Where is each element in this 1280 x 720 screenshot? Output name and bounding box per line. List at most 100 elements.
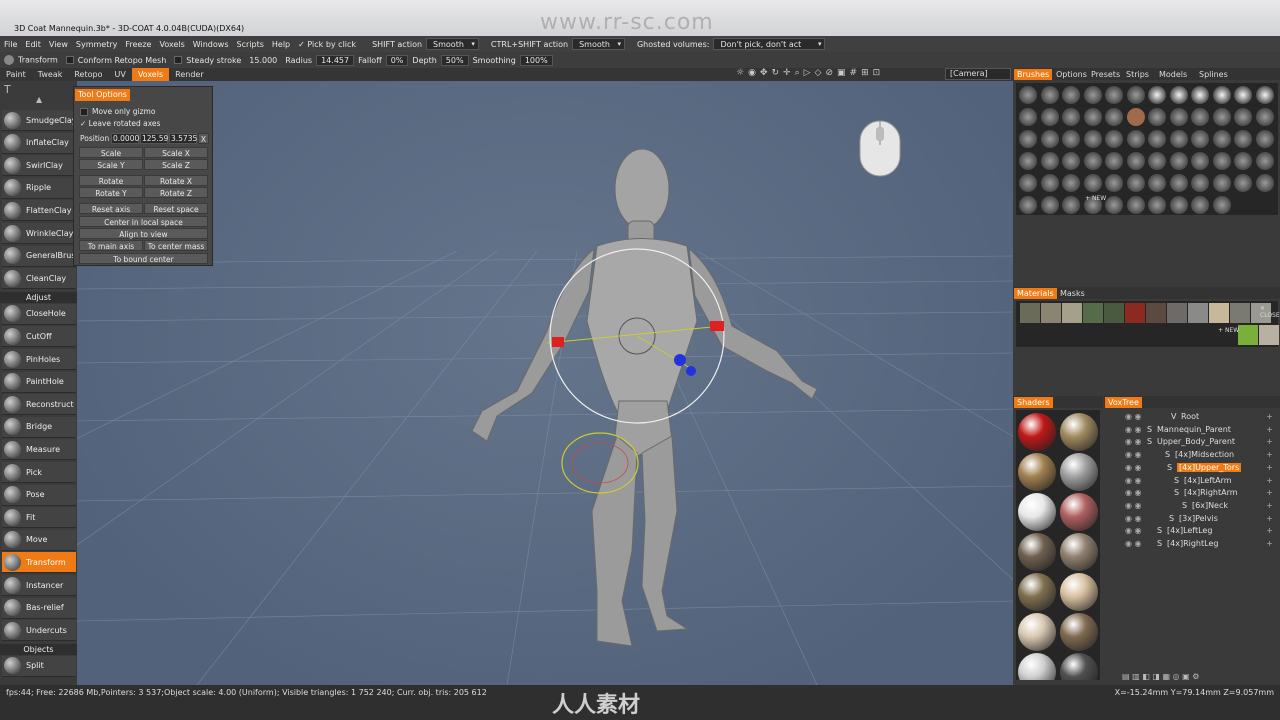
pan-icon[interactable]: ✛ (783, 68, 791, 78)
steady-stroke-value[interactable]: 15.000 (245, 56, 281, 65)
brush-alpha-icon[interactable] (1191, 130, 1209, 148)
brush-alpha-icon[interactable] (1234, 174, 1252, 192)
visibility-icon[interactable]: ◉ ◉ (1125, 463, 1142, 472)
brush-alpha-icon[interactable] (1126, 86, 1145, 104)
shader-ball[interactable] (1018, 653, 1056, 680)
tool-move[interactable]: Move (2, 529, 76, 551)
new-material-button[interactable]: + NEW (1218, 327, 1239, 334)
voxtree-row[interactable]: ◉ ◉ S [4x]Upper_Tors + (1107, 462, 1277, 475)
sphere-icon[interactable]: ◎ (1173, 672, 1183, 681)
material-swatch[interactable] (1238, 325, 1258, 345)
brush-alpha-icon[interactable] (1040, 108, 1059, 126)
shader-ball[interactable] (1018, 533, 1056, 571)
voxtree-row[interactable]: ◉ ◉ S Mannequin_Parent + (1107, 425, 1277, 437)
brush-alpha-icon[interactable] (1212, 174, 1231, 192)
conform-retopo-toggle[interactable]: Conform Retopo Mesh (62, 56, 170, 65)
brush-alpha-icon[interactable] (1062, 196, 1080, 214)
menu-windows[interactable]: Windows (189, 40, 233, 49)
brush-alpha-icon[interactable] (1191, 108, 1209, 126)
tool-reconstruct[interactable]: Reconstruct (2, 394, 76, 416)
plus-icon[interactable]: + (1266, 488, 1273, 497)
brush-alpha-icon[interactable] (1126, 174, 1145, 192)
shader-ball[interactable] (1060, 493, 1098, 531)
tool-closehole[interactable]: CloseHole (2, 303, 76, 325)
plus-icon[interactable]: + (1266, 476, 1273, 485)
voxtree-row[interactable]: ◉ ◉ S [4x]RightArm + (1107, 488, 1277, 500)
ctrl-shift-action-dropdown[interactable]: Smooth (572, 38, 625, 50)
tab-tweak[interactable]: Tweak (32, 68, 69, 81)
brush-alpha-icon[interactable] (1062, 152, 1080, 170)
brush-alpha-icon[interactable] (1255, 130, 1274, 148)
tool-options-header[interactable]: Tool Options (75, 89, 130, 101)
tool-pose[interactable]: Pose (2, 484, 76, 506)
material-swatch[interactable] (1104, 303, 1124, 323)
menu-edit[interactable]: Edit (21, 40, 45, 49)
reset-space-button[interactable]: Reset space (144, 203, 208, 214)
text-tool-icon[interactable]: T (4, 83, 11, 96)
plus-icon[interactable]: + (1266, 501, 1273, 510)
merge-icon[interactable]: ◧ (1142, 672, 1152, 681)
shader-ball[interactable] (1018, 413, 1056, 451)
grid-icon[interactable]: # (850, 68, 858, 78)
camera-dropdown[interactable]: [Camera] (945, 68, 1011, 80)
brush-alpha-icon[interactable] (1062, 86, 1080, 104)
brush-alpha-icon[interactable] (1019, 196, 1037, 214)
material-swatch[interactable] (1041, 303, 1061, 323)
brush-alpha-icon[interactable] (1148, 108, 1166, 126)
voxtree-row[interactable]: ◉ ◉ V Root + (1107, 412, 1277, 424)
material-swatch[interactable] (1259, 325, 1279, 345)
brush-alpha-icon[interactable] (1234, 130, 1252, 148)
section-adjust[interactable]: Adjust (0, 291, 77, 303)
tool-ripple[interactable]: Ripple (2, 177, 76, 199)
shader-ball[interactable] (1060, 653, 1098, 680)
tab-splines[interactable]: Splines (1196, 69, 1231, 80)
tool-pick[interactable]: Pick (2, 462, 76, 483)
to-bound-center-button[interactable]: To bound center (79, 253, 208, 264)
brush-alpha-icon[interactable] (1191, 174, 1209, 192)
brush-alpha-icon[interactable] (1255, 108, 1274, 126)
brush-alpha-icon[interactable] (1040, 130, 1059, 148)
new-brush-button[interactable]: + NEW (1085, 195, 1106, 202)
tool-pinholes[interactable]: PinHoles (2, 349, 76, 370)
tool-bas-relief[interactable]: Bas-relief (2, 597, 76, 619)
brush-alpha-icon[interactable] (1019, 108, 1037, 126)
add-icon[interactable]: ▥ (1132, 672, 1142, 681)
visibility-icon[interactable]: ◉ ◉ (1125, 450, 1142, 459)
mannequin-model[interactable] (471, 148, 818, 647)
brush-alpha-icon[interactable] (1169, 86, 1188, 104)
brush-alpha-icon[interactable] (1019, 174, 1037, 192)
position-y-field[interactable]: 125.59 (140, 133, 168, 144)
tool-undercuts[interactable]: Undercuts (2, 620, 76, 642)
brush-alpha-icon[interactable] (1148, 86, 1166, 104)
brush-alpha-icon[interactable] (1019, 152, 1037, 170)
visibility-icon[interactable]: ◉ ◉ (1125, 501, 1142, 510)
shader-ball[interactable] (1060, 413, 1098, 451)
tool-fit[interactable]: Fit (2, 507, 76, 529)
brush-alpha-icon[interactable] (1234, 108, 1252, 126)
move-only-gizmo-toggle[interactable]: Move only gizmo (80, 107, 155, 116)
delete-icon[interactable]: ▤ (1122, 672, 1132, 681)
position-z-field[interactable]: 3.5735 (169, 133, 197, 144)
voxtree-row[interactable]: ◉ ◉ S [6x]Neck + (1107, 501, 1277, 513)
cube-icon[interactable]: ▣ (837, 68, 846, 78)
brush-alpha-icon[interactable] (1255, 86, 1274, 104)
brush-alpha-icon[interactable] (1126, 152, 1145, 170)
material-swatch[interactable] (1188, 303, 1208, 323)
brush-alpha-icon[interactable] (1191, 152, 1209, 170)
pick-by-click-toggle[interactable]: ✓ Pick by click (294, 40, 360, 49)
shader-ball[interactable] (1060, 613, 1098, 651)
brush-alpha-icon[interactable] (1062, 174, 1080, 192)
radius-field[interactable]: 14.457 (316, 54, 355, 66)
close-materials-button[interactable]: ✕ CLOSE (1260, 305, 1280, 319)
brush-alpha-icon[interactable] (1126, 130, 1145, 148)
menu-file[interactable]: File (0, 40, 21, 49)
brush-alpha-icon[interactable] (1234, 86, 1252, 104)
visibility-icon[interactable]: ◉ ◉ (1125, 526, 1142, 535)
visibility-icon[interactable]: ◉ ◉ (1125, 425, 1142, 434)
brush-alpha-icon[interactable] (1062, 130, 1080, 148)
tab-masks[interactable]: Masks (1057, 288, 1088, 299)
brush-alpha-icon[interactable] (1169, 152, 1188, 170)
rotate-icon[interactable]: ↻ (771, 68, 779, 78)
plus-icon[interactable]: + (1266, 514, 1273, 523)
tab-options[interactable]: Options (1053, 69, 1090, 80)
